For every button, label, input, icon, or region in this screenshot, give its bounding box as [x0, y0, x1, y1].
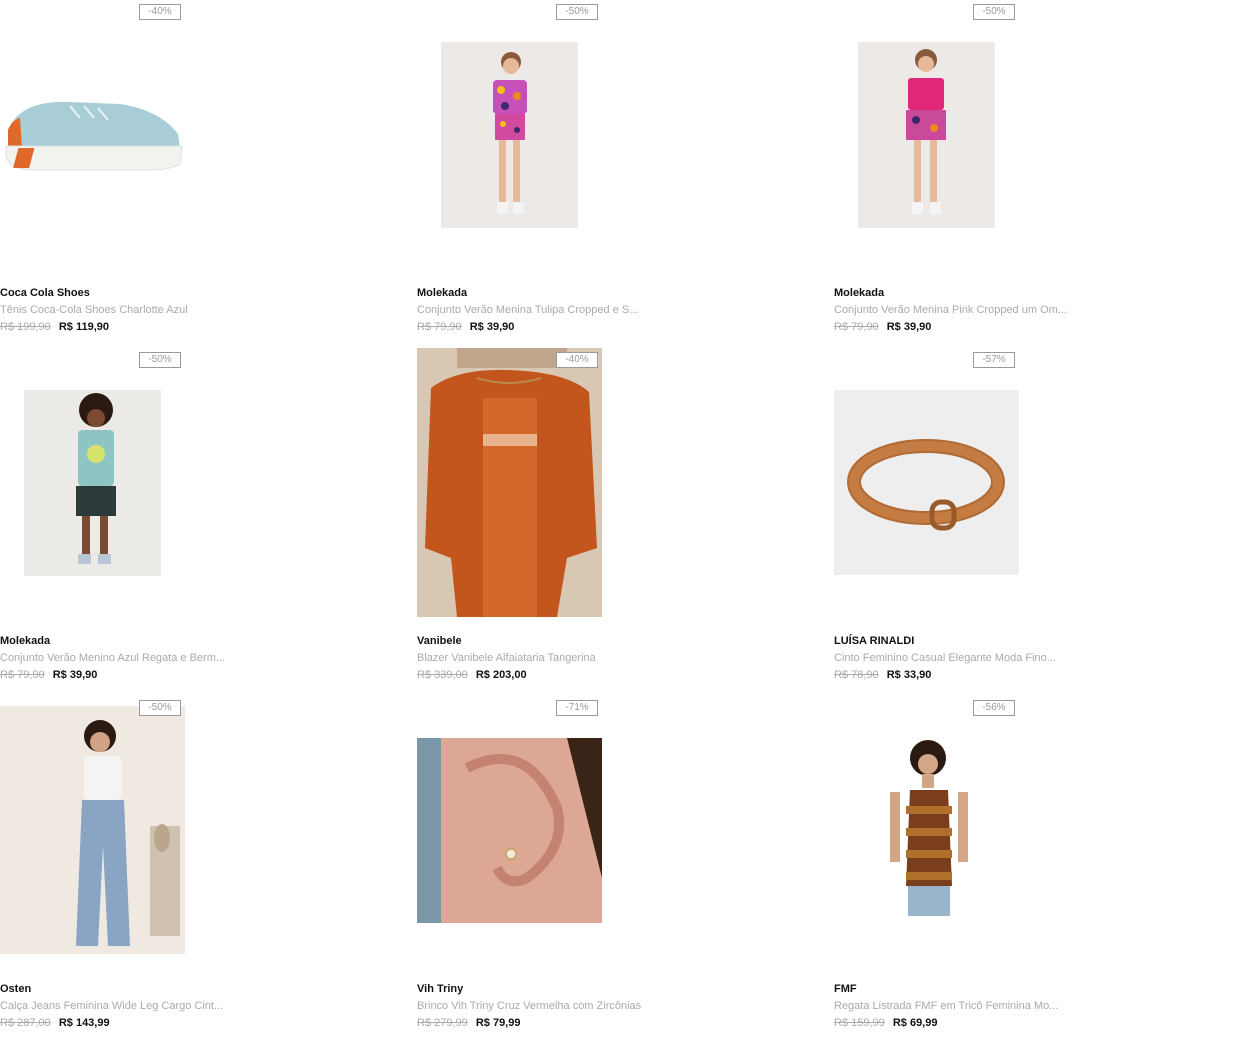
- current-price: R$ 119,90: [58, 321, 109, 333]
- old-price: R$ 79,90: [417, 321, 462, 333]
- price-row: R$ 78,90 R$ 33,90: [834, 669, 931, 681]
- product-brand[interactable]: Molekada: [834, 287, 884, 299]
- product-brand[interactable]: Coca Cola Shoes: [0, 287, 90, 299]
- price-row: R$ 79,90 R$ 39,90: [0, 669, 97, 681]
- price-row: R$ 79,90 R$ 39,90: [834, 321, 931, 333]
- girl-outfit-image[interactable]: [441, 42, 578, 228]
- discount-badge: -57%: [973, 352, 1015, 368]
- product-name[interactable]: Cinto Feminino Casual Elegante Moda Fino…: [834, 652, 1056, 664]
- product-name[interactable]: Conjunto Verão Menina Pink Cropped um Om…: [834, 304, 1067, 316]
- product-card[interactable]: -71% Vih Triny Brinco Vih Triny Cruz Ver…: [417, 696, 817, 1036]
- current-price: R$ 39,90: [469, 321, 515, 333]
- jeans-image[interactable]: [0, 706, 185, 954]
- girl-pink-outfit-image[interactable]: [858, 42, 995, 228]
- current-price: R$ 33,90: [886, 669, 932, 681]
- price-row: R$ 279,99 R$ 79,99: [417, 1017, 520, 1029]
- product-card[interactable]: -40% Vanibele Blazer Vanibele Alfaiatari…: [417, 348, 817, 688]
- old-price: R$ 159,99: [834, 1017, 885, 1029]
- old-price: R$ 287,00: [0, 1017, 51, 1029]
- belt-image[interactable]: [834, 390, 1019, 575]
- product-name[interactable]: Calça Jeans Feminina Wide Leg Cargo Cint…: [0, 1000, 223, 1012]
- product-card[interactable]: -57% LUÍSA RINALDI Cinto Feminino Casual…: [834, 348, 1234, 688]
- product-image-area[interactable]: -56%: [834, 696, 1020, 976]
- product-grid: -40% Coca Cola Shoes Tênis Coca-Cola Sho…: [0, 0, 1250, 1043]
- product-image-area[interactable]: -50%: [0, 348, 186, 628]
- orange-blazer-image[interactable]: [417, 348, 602, 617]
- product-image-area[interactable]: -50%: [834, 0, 1020, 280]
- product-brand[interactable]: Vih Triny: [417, 983, 463, 995]
- product-name[interactable]: Conjunto Verão Menina Tulipa Cropped e S…: [417, 304, 638, 316]
- old-price: R$ 279,99: [417, 1017, 468, 1029]
- product-image-area[interactable]: -40%: [417, 348, 603, 628]
- product-image-area[interactable]: -57%: [834, 348, 1020, 628]
- price-row: R$ 339,00 R$ 203,00: [417, 669, 527, 681]
- product-brand[interactable]: Osten: [0, 983, 31, 995]
- product-card[interactable]: -40% Coca Cola Shoes Tênis Coca-Cola Sho…: [0, 0, 400, 340]
- price-row: R$ 79,90 R$ 39,90: [417, 321, 514, 333]
- product-image-area[interactable]: -40%: [0, 0, 186, 280]
- discount-badge: -50%: [973, 4, 1015, 20]
- earring-image[interactable]: [417, 738, 602, 923]
- product-card[interactable]: -50% Molekada Conjunto Verão Menino Azul…: [0, 348, 400, 688]
- old-price: R$ 199,90: [0, 321, 51, 333]
- product-card[interactable]: -50% Osten Calça Jeans Feminina Wide Leg…: [0, 696, 400, 1036]
- old-price: R$ 79,90: [0, 669, 45, 681]
- product-card[interactable]: -50% Molekada Conjunto Verão Menina Tuli…: [417, 0, 817, 340]
- discount-badge: -50%: [139, 700, 181, 716]
- price-row: R$ 159,99 R$ 69,99: [834, 1017, 937, 1029]
- current-price: R$ 79,99: [475, 1017, 521, 1029]
- discount-badge: -50%: [139, 352, 181, 368]
- price-row: R$ 287,00 R$ 143,99: [0, 1017, 110, 1029]
- product-name[interactable]: Regata Listrada FMF em Tricô Feminina Mo…: [834, 1000, 1058, 1012]
- product-image-area[interactable]: -71%: [417, 696, 603, 976]
- product-brand[interactable]: Molekada: [417, 287, 467, 299]
- current-price: R$ 39,90: [886, 321, 932, 333]
- discount-badge: -56%: [973, 700, 1015, 716]
- discount-badge: -40%: [556, 352, 598, 368]
- current-price: R$ 39,90: [52, 669, 98, 681]
- product-brand[interactable]: Molekada: [0, 635, 50, 647]
- product-brand[interactable]: LUÍSA RINALDI: [834, 635, 914, 647]
- product-image-area[interactable]: -50%: [417, 0, 603, 280]
- price-row: R$ 199,90 R$ 119,90: [0, 321, 109, 333]
- product-image-area[interactable]: -50%: [0, 696, 186, 976]
- discount-badge: -40%: [139, 4, 181, 20]
- product-brand[interactable]: Vanibele: [417, 635, 462, 647]
- product-name[interactable]: Blazer Vanibele Alfaiataria Tangerina: [417, 652, 596, 664]
- product-card[interactable]: -56% FMF Regata Listrada FMF em Tricô Fe…: [834, 696, 1234, 1036]
- product-card[interactable]: -50% Molekada Conjunto Verão Menina Pink…: [834, 0, 1234, 340]
- discount-badge: -71%: [556, 700, 598, 716]
- product-name[interactable]: Brinco Vih Triny Cruz Vermelha com Zircô…: [417, 1000, 641, 1012]
- current-price: R$ 69,99: [892, 1017, 938, 1029]
- product-brand[interactable]: FMF: [834, 983, 857, 995]
- old-price: R$ 339,00: [417, 669, 468, 681]
- old-price: R$ 78,90: [834, 669, 879, 681]
- current-price: R$ 203,00: [475, 669, 527, 681]
- product-name[interactable]: Tênis Coca-Cola Shoes Charlotte Azul: [0, 304, 188, 316]
- boy-outfit-image[interactable]: [24, 390, 161, 576]
- sneaker-image[interactable]: [0, 90, 186, 180]
- discount-badge: -50%: [556, 4, 598, 20]
- striped-top-image[interactable]: [882, 736, 976, 922]
- current-price: R$ 143,99: [58, 1017, 110, 1029]
- old-price: R$ 79,90: [834, 321, 879, 333]
- product-name[interactable]: Conjunto Verão Menino Azul Regata e Berm…: [0, 652, 225, 664]
